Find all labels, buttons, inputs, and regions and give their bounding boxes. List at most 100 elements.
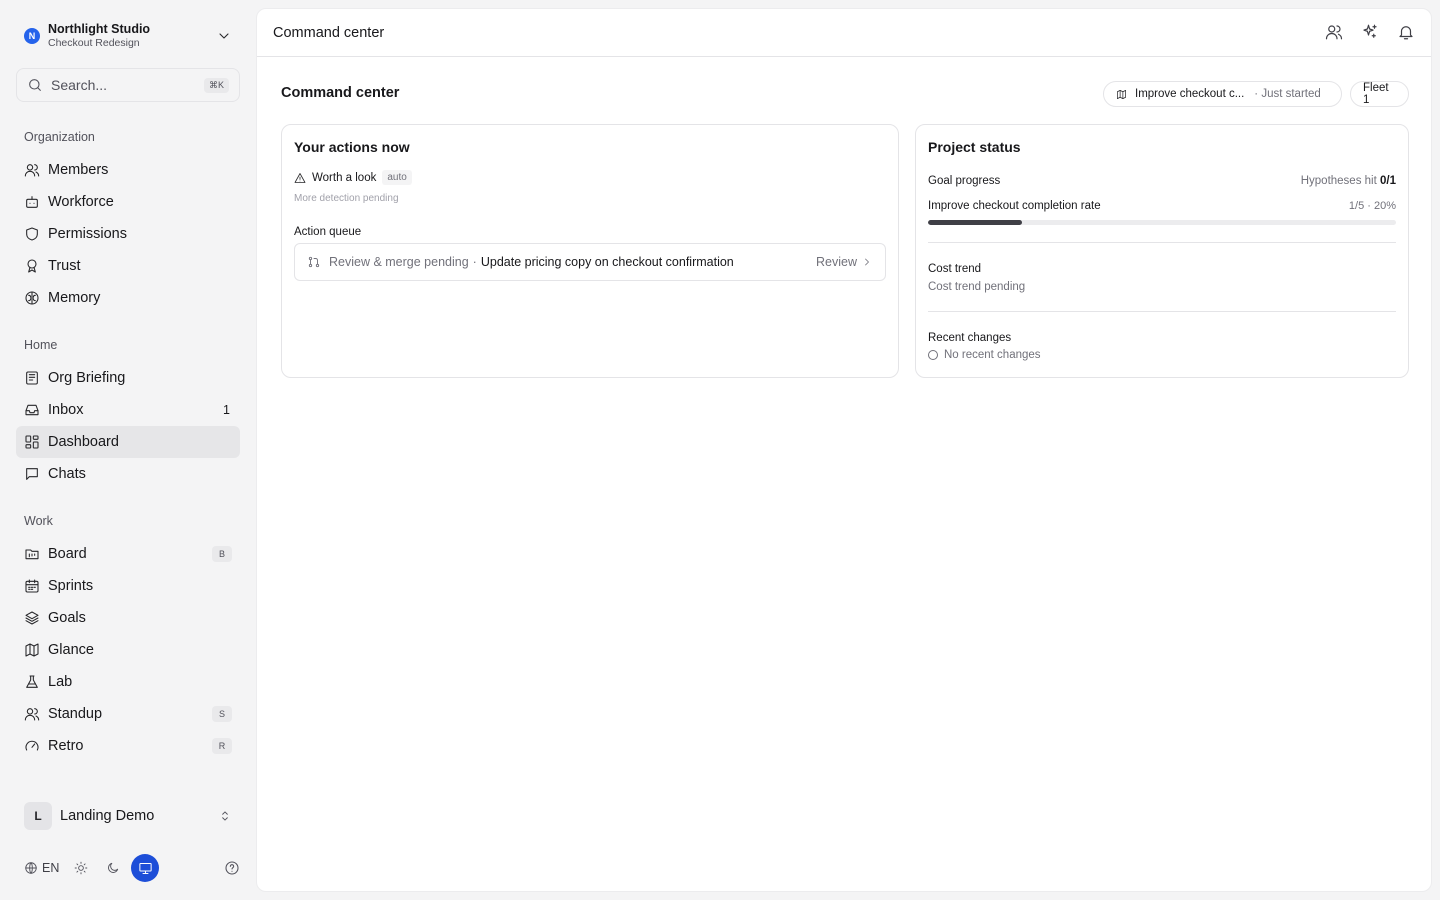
sidebar-item-label: Retro — [48, 738, 84, 754]
sidebar-item-permissions[interactable]: Permissions — [16, 218, 240, 250]
sidebar-item-label: Goals — [48, 610, 86, 626]
shortcut-badge: R — [212, 738, 232, 754]
sidebar-item-label: Org Briefing — [48, 370, 126, 386]
topbar-actions — [1325, 23, 1415, 41]
git-pull-request-icon — [307, 255, 321, 269]
main-panel: Command center Command center Improve ch… — [256, 8, 1432, 892]
map-icon — [1116, 89, 1127, 100]
sidebar-item-inbox[interactable]: Inbox 1 — [16, 394, 240, 426]
layers-icon — [24, 610, 40, 626]
globe-icon — [24, 861, 38, 875]
sidebar-item-retro[interactable]: Retro R — [16, 730, 240, 762]
worth-a-look: Worth a look auto — [294, 170, 412, 185]
sidebar: N Northlight Studio Checkout Redesign Se… — [0, 0, 256, 900]
queue-item-title: Update pricing copy on checkout confirma… — [480, 255, 734, 269]
calendar-icon — [24, 578, 40, 594]
search-icon — [27, 77, 43, 93]
search-placeholder: Search... — [51, 77, 108, 93]
moon-icon — [106, 861, 120, 875]
page-title: Command center — [281, 85, 400, 101]
shortcut-badge: S — [212, 706, 232, 722]
sidebar-item-label: Standup — [48, 706, 103, 722]
workspace-name: Northlight Studio — [48, 22, 151, 36]
map-icon — [24, 642, 40, 658]
empty-circle-icon — [928, 350, 938, 360]
fleet-pill[interactable]: Fleet 1 — [1350, 81, 1409, 107]
sun-icon — [74, 861, 88, 875]
theme-system-button[interactable] — [131, 854, 160, 882]
board-icon — [24, 546, 40, 562]
sidebar-item-label: Board — [48, 546, 87, 562]
sidebar-item-label: Trust — [48, 258, 81, 274]
gauge-icon — [24, 738, 40, 754]
sidebar-item-label: Lab — [48, 674, 73, 690]
avatar: L — [24, 802, 52, 830]
brain-icon — [24, 290, 40, 306]
section-title-organization: Organization — [24, 130, 95, 144]
recent-changes-label: Recent changes — [928, 332, 1012, 344]
language-selector[interactable]: EN — [24, 861, 59, 875]
sidebar-item-label: Glance — [48, 642, 94, 658]
action-queue-item[interactable]: Review & merge pending · Update pricing … — [294, 243, 886, 281]
hypotheses-label: Hypotheses hit — [1300, 175, 1377, 187]
sidebar-item-sprints[interactable]: Sprints — [16, 570, 240, 602]
goal-meta: 1/5 · 20% — [1348, 200, 1396, 212]
monitor-icon — [138, 861, 153, 876]
bot-icon — [24, 194, 40, 210]
sidebar-item-chats[interactable]: Chats — [16, 458, 240, 490]
workspace-logo: N — [24, 28, 40, 44]
flask-icon — [24, 674, 40, 690]
inbox-icon — [24, 402, 40, 418]
section-title-work: Work — [24, 514, 53, 528]
award-icon — [24, 258, 40, 274]
shield-icon — [24, 226, 40, 242]
workspace-text: Northlight Studio Checkout Redesign — [48, 22, 150, 50]
sidebar-item-label: Sprints — [48, 578, 94, 594]
chevron-right-icon — [861, 256, 873, 268]
sidebar-item-board[interactable]: Board B — [16, 538, 240, 570]
theme-dark-button[interactable] — [99, 854, 127, 882]
sparkles-icon[interactable] — [1361, 23, 1379, 41]
user-name: Landing Demo — [60, 808, 155, 824]
auto-badge: auto — [382, 170, 412, 185]
sidebar-item-memory[interactable]: Memory — [16, 282, 240, 314]
goal-progress-bar — [928, 220, 1396, 225]
users-icon — [24, 706, 40, 722]
sidebar-item-dashboard[interactable]: Dashboard — [16, 426, 240, 458]
user-switcher[interactable]: L Landing Demo — [16, 800, 240, 832]
hypotheses-hit: Hypotheses hit 0/1 — [1301, 175, 1396, 187]
bell-icon[interactable] — [1397, 23, 1415, 41]
sidebar-item-org-briefing[interactable]: Org Briefing — [16, 362, 240, 394]
sidebar-item-label: Permissions — [48, 226, 127, 242]
sidebar-item-label: Workforce — [48, 194, 114, 210]
review-link[interactable]: Review — [816, 255, 857, 269]
help-icon[interactable] — [224, 860, 240, 876]
goal-pill[interactable]: Improve checkout c... · Just started — [1103, 81, 1342, 107]
divider — [928, 242, 1396, 243]
goal-progress-label: Goal progress — [928, 175, 1001, 187]
sidebar-item-trust[interactable]: Trust — [16, 250, 240, 282]
project-name: Checkout Redesign — [48, 37, 140, 49]
detection-note: More detection pending — [294, 193, 399, 204]
queue-item-separator: · — [472, 255, 477, 269]
search-input[interactable]: Search... ⌘K — [16, 68, 240, 102]
team-icon[interactable] — [1325, 23, 1343, 41]
sidebar-item-workforce[interactable]: Workforce — [16, 186, 240, 218]
chevron-down-icon — [216, 28, 232, 44]
worth-a-look-label: Worth a look — [312, 171, 377, 184]
language-label: EN — [42, 861, 60, 875]
sidebar-item-goals[interactable]: Goals — [16, 602, 240, 634]
chevron-up-down-icon — [218, 809, 232, 823]
theme-light-button[interactable] — [67, 854, 95, 882]
workspace-switcher[interactable]: N Northlight Studio Checkout Redesign — [16, 18, 240, 54]
project-status-card: Project status Goal progress Hypotheses … — [915, 124, 1409, 378]
sidebar-item-glance[interactable]: Glance — [16, 634, 240, 666]
sidebar-item-standup[interactable]: Standup S — [16, 698, 240, 730]
sidebar-item-lab[interactable]: Lab — [16, 666, 240, 698]
sidebar-item-members[interactable]: Members — [16, 154, 240, 186]
sidebar-item-label: Memory — [48, 290, 101, 306]
goal-name: Improve checkout completion rate — [928, 200, 1101, 212]
project-status-title: Project status — [928, 139, 1021, 155]
users-icon — [24, 162, 40, 178]
divider — [928, 311, 1396, 312]
